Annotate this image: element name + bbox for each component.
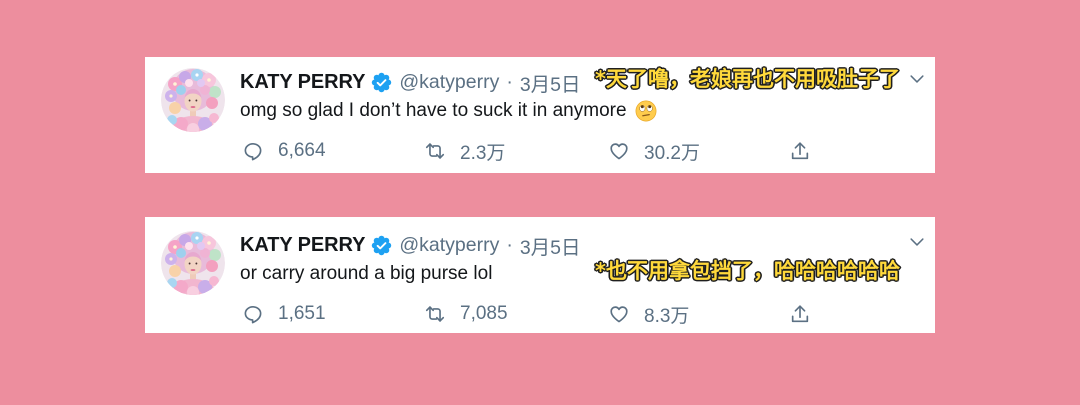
author-name[interactable]: KATY PERRY (240, 71, 365, 94)
avatar[interactable] (161, 68, 225, 132)
chevron-down-icon[interactable] (907, 232, 927, 252)
share-button[interactable] (789, 302, 811, 326)
tweet-card-content: KATY PERRY @katyperry · 3月5日 or carry ar… (145, 220, 935, 333)
author-name[interactable]: KATY PERRY (240, 234, 365, 257)
reply-icon[interactable] (242, 303, 264, 325)
retweet-button[interactable]: 2.3万 (424, 139, 506, 164)
tweet-text: or carry around a big purse lol (240, 263, 493, 284)
like-icon[interactable] (608, 140, 630, 162)
chevron-down-icon[interactable] (907, 69, 927, 89)
tweet-card[interactable]: KATY PERRY @katyperry · 3月5日 omg so glad… (145, 57, 935, 173)
like-icon[interactable] (608, 303, 630, 325)
tweet-date[interactable]: 3月5日 (520, 68, 581, 97)
reply-count: 1,651 (278, 303, 326, 324)
caption-annotation: *也不用拿包挡了，哈哈哈哈哈哈 (595, 259, 900, 283)
meta-separator: · (506, 70, 513, 93)
like-button[interactable]: 8.3万 (608, 302, 690, 327)
author-handle[interactable]: @katyperry (399, 234, 499, 257)
tweet-text: omg so glad I don’t have to suck it in a… (240, 100, 627, 121)
share-button[interactable] (789, 139, 811, 163)
retweet-count: 2.3万 (460, 142, 506, 164)
tweet-body: or carry around a big purse lol (240, 262, 492, 286)
tweet-header: KATY PERRY @katyperry · 3月5日 (240, 231, 581, 260)
face-with-rolling-eyes-icon (635, 100, 657, 122)
reply-count: 6,664 (278, 140, 326, 161)
retweet-icon[interactable] (424, 140, 446, 162)
tweet-card-content: KATY PERRY @katyperry · 3月5日 omg so glad… (145, 57, 935, 170)
reply-icon[interactable] (242, 140, 264, 162)
tweet-header: KATY PERRY @katyperry · 3月5日 (240, 68, 581, 97)
retweet-icon[interactable] (424, 303, 446, 325)
author-handle[interactable]: @katyperry (399, 71, 499, 94)
tweet-card[interactable]: KATY PERRY @katyperry · 3月5日 or carry ar… (145, 217, 935, 333)
reply-button[interactable]: 1,651 (242, 302, 326, 326)
verified-badge-icon (371, 235, 392, 256)
like-button[interactable]: 30.2万 (608, 139, 700, 164)
verified-badge-icon (371, 72, 392, 93)
meta-separator: · (506, 233, 513, 256)
share-icon[interactable] (789, 140, 811, 162)
tweet-body: omg so glad I don’t have to suck it in a… (240, 99, 657, 123)
share-icon[interactable] (789, 303, 811, 325)
tweet-date[interactable]: 3月5日 (520, 231, 581, 260)
retweet-button[interactable]: 7,085 (424, 302, 508, 326)
caption-annotation: *天了噜，老娘再也不用吸肚子了 (595, 67, 900, 91)
like-count: 8.3万 (644, 305, 690, 327)
retweet-count: 7,085 (460, 303, 508, 324)
reply-button[interactable]: 6,664 (242, 139, 326, 163)
like-count: 30.2万 (644, 142, 700, 164)
avatar[interactable] (161, 231, 225, 295)
